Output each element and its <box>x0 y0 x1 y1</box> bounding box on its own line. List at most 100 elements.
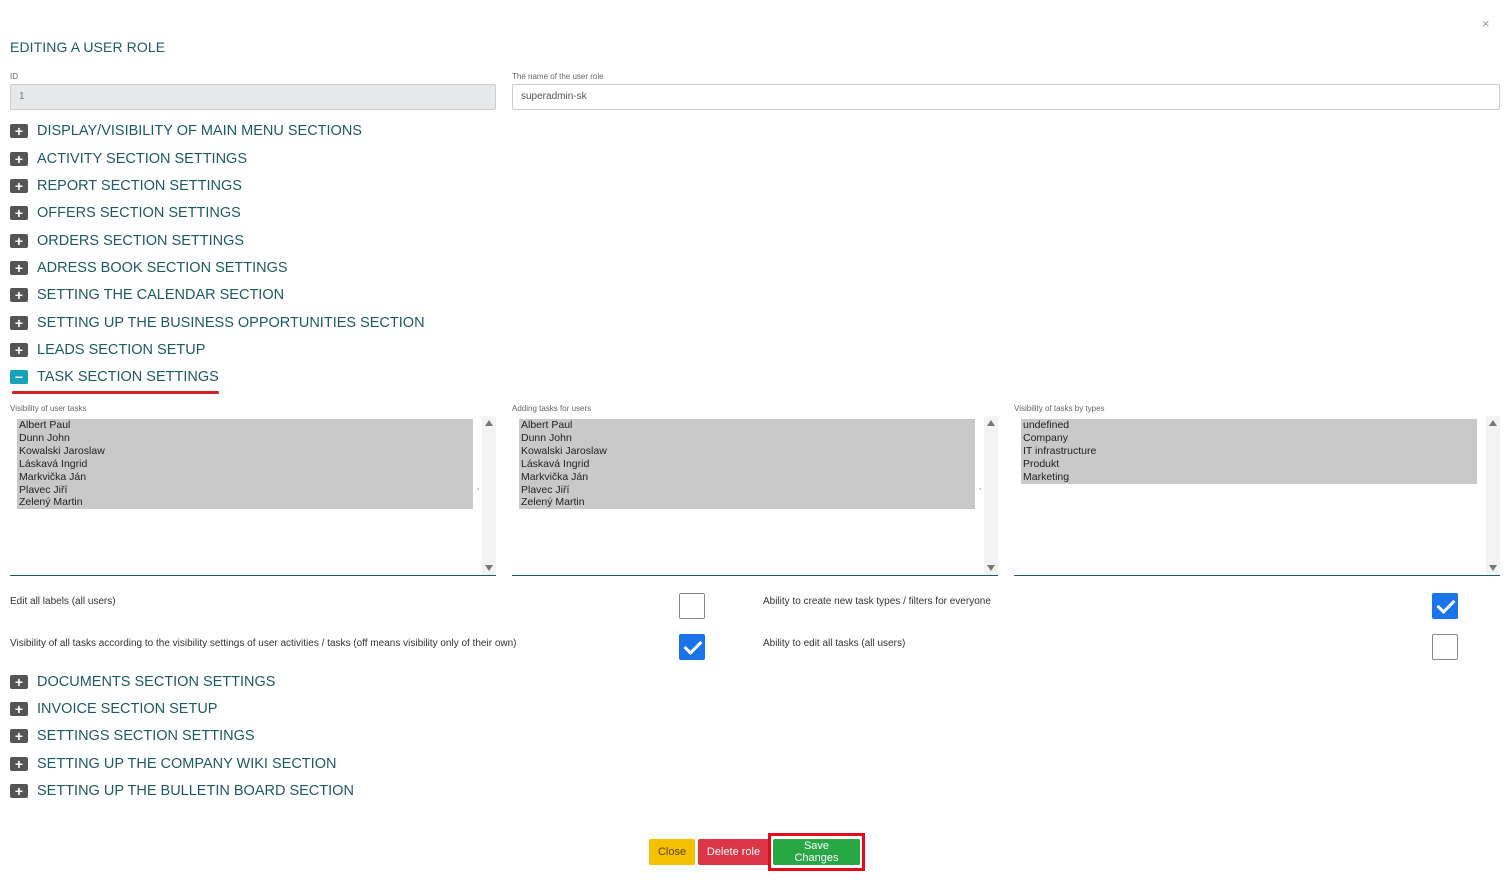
adding-tasks-select[interactable]: Albert Paul Dunn John Kowalski Jaroslaw … <box>512 416 998 576</box>
section-label: ORDERS SECTION SETTINGS <box>37 233 245 249</box>
section-bulletin-board[interactable]: + SETTING UP THE BULLETIN BOARD SECTION <box>10 783 354 799</box>
list-item[interactable]: Produkt <box>1023 458 1475 471</box>
plus-icon: + <box>10 784 28 798</box>
list-item[interactable]: Láskavá Ingrid <box>521 458 973 471</box>
scroll-down-icon[interactable] <box>1489 565 1497 571</box>
minus-icon: − <box>10 370 28 384</box>
selected-options: Albert Paul Dunn John Kowalski Jaroslaw … <box>519 419 975 510</box>
adding-tasks-label: Adding tasks for users <box>512 404 592 413</box>
list-item[interactable]: Albert Paul <box>521 419 973 432</box>
list-item[interactable]: Zelený Martin <box>19 496 471 509</box>
list-item[interactable]: IT infrastructure <box>1023 445 1475 458</box>
plus-icon: + <box>10 179 28 193</box>
save-highlight-box <box>768 833 865 871</box>
section-invoice[interactable]: + INVOICE SECTION SETUP <box>10 701 217 717</box>
section-label: OFFERS SECTION SETTINGS <box>37 205 241 221</box>
scroll-up-icon[interactable] <box>485 420 493 426</box>
section-address-book[interactable]: + ADRESS BOOK SECTION SETTINGS <box>10 260 288 276</box>
task-types-visibility-label: Visibility of tasks by types <box>1014 404 1105 413</box>
dialog-title: EDITING A USER ROLE <box>10 39 166 55</box>
section-label: INVOICE SECTION SETUP <box>37 701 218 717</box>
visibility-all-tasks-label: Visibility of all tasks according to the… <box>10 638 517 649</box>
scrollbar[interactable] <box>482 416 496 575</box>
close-icon[interactable]: × <box>1482 16 1490 31</box>
plus-icon: + <box>10 729 28 743</box>
list-item[interactable]: Dunn John <box>521 432 973 445</box>
plus-icon: + <box>10 288 28 302</box>
section-activity[interactable]: + ACTIVITY SECTION SETTINGS <box>10 151 247 167</box>
list-tick: ` <box>978 488 982 499</box>
user-tasks-visibility-select[interactable]: Albert Paul Dunn John Kowalski Jaroslaw … <box>10 416 496 576</box>
scroll-down-icon[interactable] <box>485 565 493 571</box>
section-label: ADRESS BOOK SECTION SETTINGS <box>37 260 288 276</box>
visibility-all-tasks-checkbox[interactable] <box>679 634 705 660</box>
selected-options: Albert Paul Dunn John Kowalski Jaroslaw … <box>17 419 473 510</box>
section-business-opportunities[interactable]: + SETTING UP THE BUSINESS OPPORTUNITIES S… <box>10 315 425 331</box>
scroll-down-icon[interactable] <box>987 565 995 571</box>
section-label: LEADS SECTION SETUP <box>37 342 206 358</box>
plus-icon: + <box>10 757 28 771</box>
plus-icon: + <box>10 124 28 138</box>
list-item[interactable]: Markvička Ján <box>19 471 471 484</box>
create-task-types-label: Ability to create new task types / filte… <box>763 596 991 607</box>
section-label: DISPLAY/VISIBILITY OF MAIN MENU SECTIONS <box>37 123 362 139</box>
section-label: SETTING UP THE BUSINESS OPPORTUNITIES SE… <box>37 315 425 331</box>
section-orders[interactable]: + ORDERS SECTION SETTINGS <box>10 233 244 249</box>
section-main-menu[interactable]: + DISPLAY/VISIBILITY OF MAIN MENU SECTION… <box>10 123 362 139</box>
section-label: SETTING THE CALENDAR SECTION <box>37 287 285 303</box>
list-item[interactable]: Albert Paul <box>19 419 471 432</box>
edit-all-tasks-checkbox[interactable] <box>1432 634 1458 660</box>
list-item[interactable]: Markvička Ján <box>521 471 973 484</box>
close-button[interactable]: Close <box>649 839 695 865</box>
section-company-wiki[interactable]: + SETTING UP THE COMPANY WIKI SECTION <box>10 756 336 772</box>
list-item[interactable]: undefined <box>1023 419 1475 432</box>
id-label: ID <box>10 72 18 81</box>
user-tasks-visibility-label: Visibility of user tasks <box>10 404 87 413</box>
id-field: 1 <box>10 84 496 110</box>
section-offers[interactable]: + OFFERS SECTION SETTINGS <box>10 205 241 221</box>
plus-icon: + <box>10 152 28 166</box>
list-item[interactable]: Company <box>1023 432 1475 445</box>
section-documents[interactable]: + DOCUMENTS SECTION SETTINGS <box>10 674 275 690</box>
selected-options: undefined Company IT infrastructure Prod… <box>1021 419 1477 484</box>
list-item[interactable]: Plavec Jiří <box>19 484 471 497</box>
section-task[interactable]: − TASK SECTION SETTINGS <box>10 369 219 394</box>
list-item[interactable]: Dunn John <box>19 432 471 445</box>
scroll-up-icon[interactable] <box>987 420 995 426</box>
list-item[interactable]: Zelený Martin <box>521 496 973 509</box>
list-item[interactable]: Kowalski Jaroslaw <box>521 445 973 458</box>
scrollbar[interactable] <box>984 416 998 575</box>
section-label: SETTING UP THE BULLETIN BOARD SECTION <box>37 783 354 799</box>
plus-icon: + <box>10 316 28 330</box>
section-label: SETTINGS SECTION SETTINGS <box>37 728 255 744</box>
edit-all-labels-label: Edit all labels (all users) <box>10 596 116 607</box>
scrollbar[interactable] <box>1486 416 1500 575</box>
section-leads[interactable]: + LEADS SECTION SETUP <box>10 342 205 358</box>
section-report[interactable]: + REPORT SECTION SETTINGS <box>10 178 242 194</box>
plus-icon: + <box>10 343 28 357</box>
plus-icon: + <box>10 206 28 220</box>
section-label: ACTIVITY SECTION SETTINGS <box>37 151 248 167</box>
role-name-input[interactable]: superadmin-sk <box>512 84 1500 110</box>
delete-role-button[interactable]: Delete role <box>698 839 769 865</box>
create-task-types-checkbox[interactable] <box>1432 593 1458 619</box>
list-item[interactable]: Marketing <box>1023 471 1475 484</box>
list-item[interactable]: Kowalski Jaroslaw <box>19 445 471 458</box>
section-label: REPORT SECTION SETTINGS <box>37 178 242 194</box>
scroll-up-icon[interactable] <box>1489 420 1497 426</box>
section-settings[interactable]: + SETTINGS SECTION SETTINGS <box>10 728 255 744</box>
edit-all-tasks-label: Ability to edit all tasks (all users) <box>763 638 906 649</box>
section-calendar[interactable]: + SETTING THE CALENDAR SECTION <box>10 287 284 303</box>
list-item[interactable]: Plavec Jiří <box>521 484 973 497</box>
highlight-underline <box>12 391 219 394</box>
list-item[interactable]: Láskavá Ingrid <box>19 458 471 471</box>
plus-icon: + <box>10 234 28 248</box>
task-types-visibility-select[interactable]: undefined Company IT infrastructure Prod… <box>1014 416 1500 576</box>
section-label: SETTING UP THE COMPANY WIKI SECTION <box>37 756 337 772</box>
section-label: TASK SECTION SETTINGS <box>37 369 219 385</box>
plus-icon: + <box>10 675 28 689</box>
edit-all-labels-checkbox[interactable] <box>679 593 705 619</box>
plus-icon: + <box>10 702 28 716</box>
role-name-label: The name of the user role <box>512 72 604 81</box>
plus-icon: + <box>10 261 28 275</box>
